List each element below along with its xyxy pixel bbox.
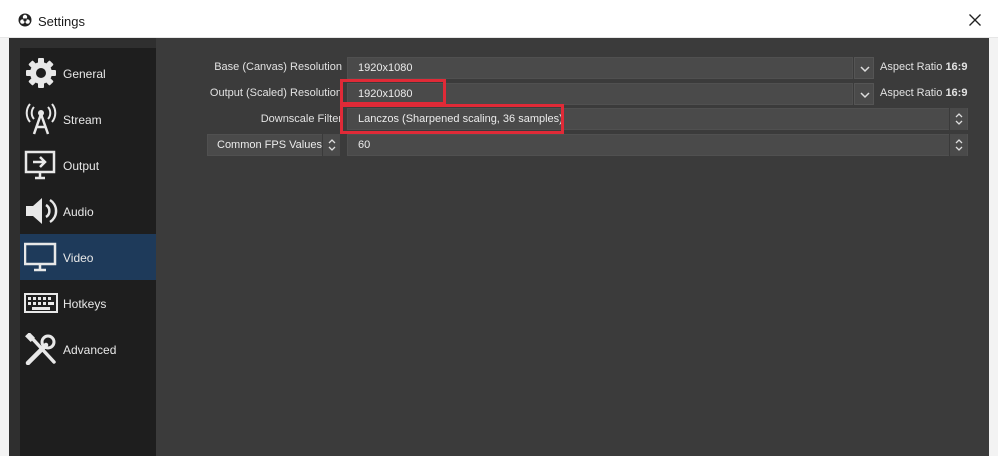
- sidebar: General Stream Output Audio Video Hotkey…: [20, 48, 156, 456]
- monitor-icon: [24, 242, 57, 272]
- chevron-down-icon: [860, 92, 870, 99]
- window-title: Settings: [38, 14, 85, 29]
- speaker-icon: [26, 198, 58, 224]
- monitor-output-icon: [24, 150, 56, 180]
- downscale-filter-spinner[interactable]: [949, 108, 967, 130]
- sidebar-item-label: Audio: [63, 205, 94, 219]
- sidebar-item-label: Advanced: [63, 343, 117, 357]
- title-bar: Settings: [0, 0, 998, 38]
- sidebar-item-label: Video: [63, 251, 94, 265]
- output-resolution-dropdown[interactable]: [854, 83, 874, 105]
- base-resolution-value: 1920x1080: [358, 62, 413, 74]
- sidebar-item-audio[interactable]: Audio: [20, 188, 156, 234]
- base-resolution-dropdown[interactable]: [854, 57, 874, 79]
- downscale-filter-highlight: [340, 104, 564, 134]
- fps-type-label: Common FPS Values: [217, 139, 322, 151]
- base-aspect-ratio: Aspect Ratio 16:9: [880, 61, 968, 73]
- gear-icon: [26, 58, 56, 88]
- sidebar-item-stream[interactable]: Stream: [20, 96, 156, 142]
- fps-value-spinner[interactable]: [949, 134, 967, 156]
- tools-icon: [25, 333, 56, 365]
- downscale-filter-label: Downscale Filter: [260, 113, 342, 125]
- chevron-updown-icon: [955, 113, 963, 125]
- fps-type-spinner[interactable]: [322, 134, 340, 156]
- output-resolution-label: Output (Scaled) Resolution: [209, 87, 342, 99]
- sidebar-item-label: Hotkeys: [63, 297, 107, 311]
- sidebar-item-video[interactable]: Video: [20, 234, 156, 280]
- obs-logo-icon: [18, 13, 32, 27]
- broadcast-tower-icon: [25, 103, 57, 135]
- sidebar-item-label: Output: [63, 159, 100, 173]
- sidebar-item-label: General: [63, 67, 106, 81]
- sidebar-item-advanced[interactable]: Advanced: [20, 326, 156, 372]
- base-resolution-input[interactable]: 1920x1080: [347, 57, 853, 79]
- sidebar-item-hotkeys[interactable]: Hotkeys: [20, 280, 156, 326]
- fps-type-select[interactable]: Common FPS Values: [207, 134, 340, 156]
- chevron-down-icon: [860, 66, 870, 73]
- chevron-updown-icon: [328, 139, 336, 151]
- fps-value-select[interactable]: 60: [347, 134, 968, 156]
- chevron-updown-icon: [955, 139, 963, 151]
- sidebar-item-output[interactable]: Output: [20, 142, 156, 188]
- sidebar-item-label: Stream: [63, 113, 102, 127]
- close-icon[interactable]: [964, 9, 986, 31]
- output-resolution-highlight: [340, 79, 446, 105]
- output-aspect-ratio: Aspect Ratio 16:9: [880, 87, 968, 99]
- sidebar-item-general[interactable]: General: [20, 50, 156, 96]
- keyboard-icon: [24, 293, 58, 313]
- fps-value: 60: [358, 139, 371, 151]
- base-resolution-label: Base (Canvas) Resolution: [214, 61, 342, 73]
